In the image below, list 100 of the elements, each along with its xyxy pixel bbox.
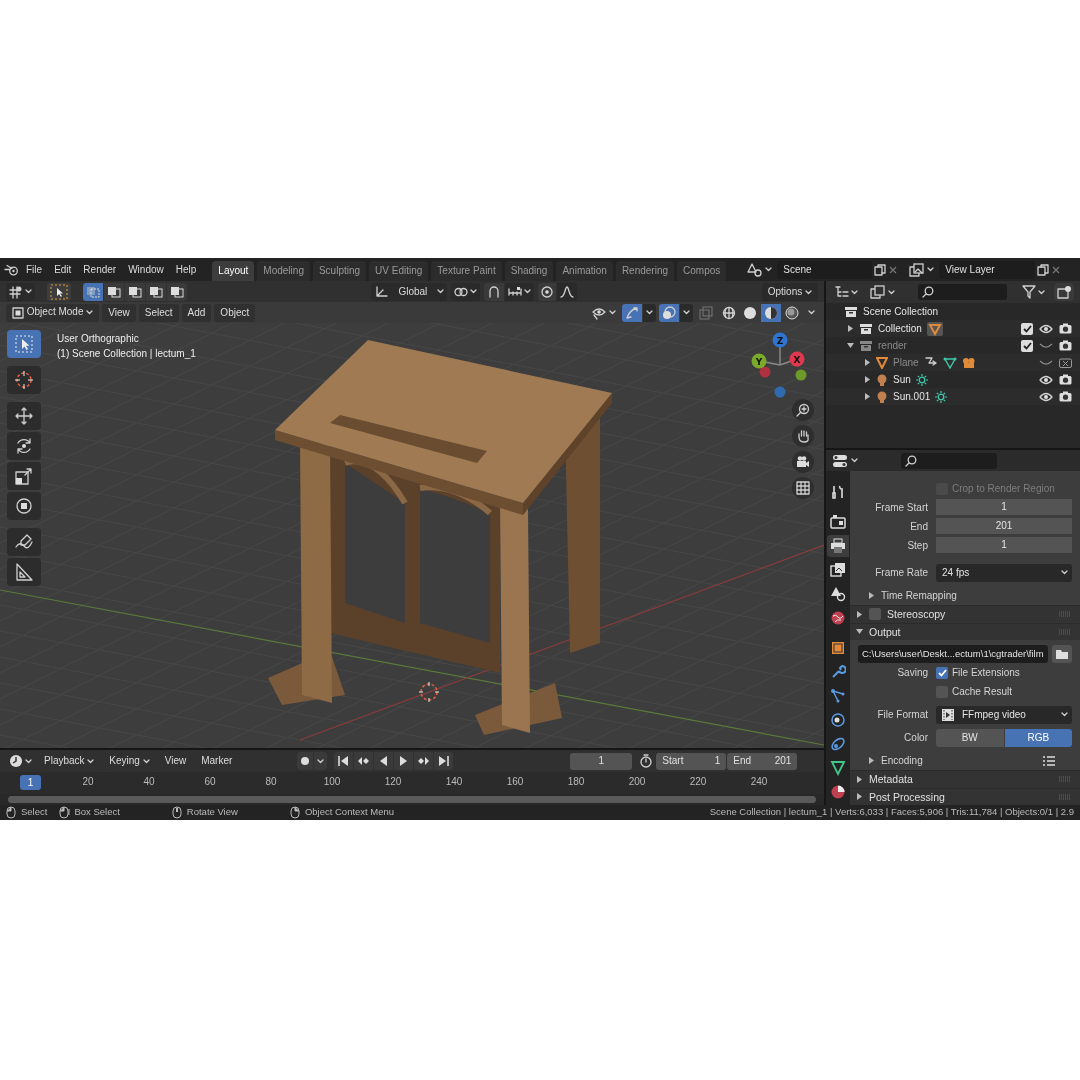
item-name[interactable]: Sun [893,373,911,386]
falloff-button[interactable] [557,282,578,301]
snap-toggle[interactable] [484,282,505,301]
tool-button[interactable] [7,558,41,586]
search-field[interactable] [918,284,1007,300]
toggle-option[interactable]: RGB [1004,728,1072,747]
menu-item[interactable]: File [20,261,49,278]
browse-folder-button[interactable] [1052,644,1072,663]
menu-item[interactable]: Render [77,261,123,278]
keying-dropdown[interactable] [314,752,328,770]
selection-mode-button[interactable] [167,282,187,301]
proportional-editing-toggle[interactable] [538,282,557,301]
workspace-tab[interactable]: Compos [677,261,727,281]
item-name[interactable]: Collection [878,322,922,335]
light-bulb-icon[interactable] [876,390,888,403]
workspace-tab[interactable]: UV Editing [369,261,429,281]
disclosure-triangle-icon[interactable] [864,376,871,383]
item-name[interactable]: Plane [893,356,919,369]
playback-button[interactable] [414,752,434,770]
disclosure-triangle-icon[interactable] [847,325,854,332]
subpanel-header[interactable]: Encoding [850,750,923,771]
overlay-toggle[interactable] [659,303,679,322]
eye-icon[interactable] [1039,391,1053,402]
playback-button[interactable] [334,752,354,770]
camera-icon[interactable] [1058,391,1072,402]
exclude-checkbox[interactable] [1021,322,1033,335]
number-field[interactable]: 1 [936,499,1072,515]
current-frame-field[interactable]: 1 [570,752,633,770]
checkbox[interactable] [936,666,948,679]
navigation-gizmo-drawing[interactable] [751,332,807,398]
eye-icon[interactable] [1039,374,1053,385]
workspace-tab[interactable]: Layout [212,261,255,281]
auto-keying-toggle[interactable] [297,752,314,770]
drag-handle-icon[interactable] [1058,793,1072,800]
close-icon[interactable] [888,264,899,275]
shading-mode-button[interactable] [782,303,802,322]
current-frame-indicator[interactable]: 1 [20,775,41,790]
checkbox-label[interactable]: Cache Result [952,685,1013,698]
checkbox-label[interactable]: File Extensions [952,666,1020,679]
tool-button[interactable] [7,492,41,520]
scene-name-field[interactable]: Scene [777,260,873,279]
orientation-dropdown[interactable]: Global [371,282,448,301]
properties-tab[interactable] [827,535,849,557]
number-field[interactable]: 1 [936,537,1072,553]
presets-list-icon[interactable] [1042,754,1056,767]
menu-item[interactable]: View [102,303,136,322]
shading-mode-button[interactable] [761,303,781,322]
disclosure-triangle-icon[interactable] [864,393,871,400]
menu-item[interactable]: View [158,752,193,770]
playback-button[interactable] [354,752,374,770]
camera-icon[interactable] [1058,340,1072,351]
playback-button[interactable] [394,752,414,770]
mode-dropdown[interactable]: Object Mode [6,303,100,322]
menu-item[interactable]: Add [181,303,212,322]
options-dropdown[interactable]: Options [761,282,818,301]
sun-icon[interactable] [935,390,948,403]
playback-button[interactable] [374,752,394,770]
stopwatch-icon[interactable] [639,754,654,768]
drag-handle-icon[interactable] [1058,611,1072,618]
selection-mode-button[interactable] [83,282,103,301]
pan-button[interactable] [792,425,814,447]
pivot-point-button[interactable] [451,282,481,301]
item-name[interactable]: render [878,339,907,352]
tool-button[interactable] [7,366,41,394]
selection-mode-button[interactable] [146,282,166,301]
selection-mode-button[interactable] [104,282,124,301]
menu-item[interactable]: Object [214,303,256,322]
lectern-drawing[interactable] [268,340,612,735]
start-frame-field[interactable]: Start 1 [656,752,727,770]
3d-viewport[interactable]: Z Y X User Orthographic (1) Scene Collection | lectum_1 [0,323,824,748]
overlay-dropdown[interactable] [680,303,693,322]
panel-header[interactable]: Metadata [850,770,1080,788]
mesh-data-icon[interactable] [926,321,943,336]
panel-header[interactable]: Stereoscopy [850,605,1080,623]
workspace-tab[interactable]: Modeling [257,261,310,281]
item-name[interactable]: Scene Collection [863,305,939,318]
camera-icon[interactable] [1058,323,1072,334]
dropdown[interactable]: 24 fps [936,563,1072,582]
pivot-button[interactable] [6,282,35,301]
toggle-option[interactable]: BW [936,728,1004,747]
vertex-triangle-icon[interactable] [942,356,957,369]
camera-view-button[interactable] [792,451,814,473]
zoom-button[interactable] [792,399,814,421]
tool-button[interactable] [7,528,41,556]
workspace-tab[interactable]: Texture Paint [431,261,502,281]
camera-icon[interactable] [1058,374,1072,385]
view-layer-name-field[interactable]: View Layer [939,260,1036,279]
snap-target-button[interactable] [505,282,535,301]
logo-icon[interactable] [4,262,20,277]
copy-icon[interactable] [1037,263,1050,276]
menu-item[interactable]: Select [138,303,179,322]
tool-button[interactable] [7,462,41,490]
search-field[interactable] [901,452,997,469]
close-icon[interactable] [1051,264,1062,275]
menu-item[interactable]: Edit [48,261,78,278]
collection-box-icon[interactable] [859,322,873,335]
tool-button[interactable] [7,402,41,430]
drag-handle-icon[interactable] [1058,628,1072,635]
tool-button[interactable] [7,432,41,460]
subpanel-header[interactable]: Time Remapping [850,585,957,606]
